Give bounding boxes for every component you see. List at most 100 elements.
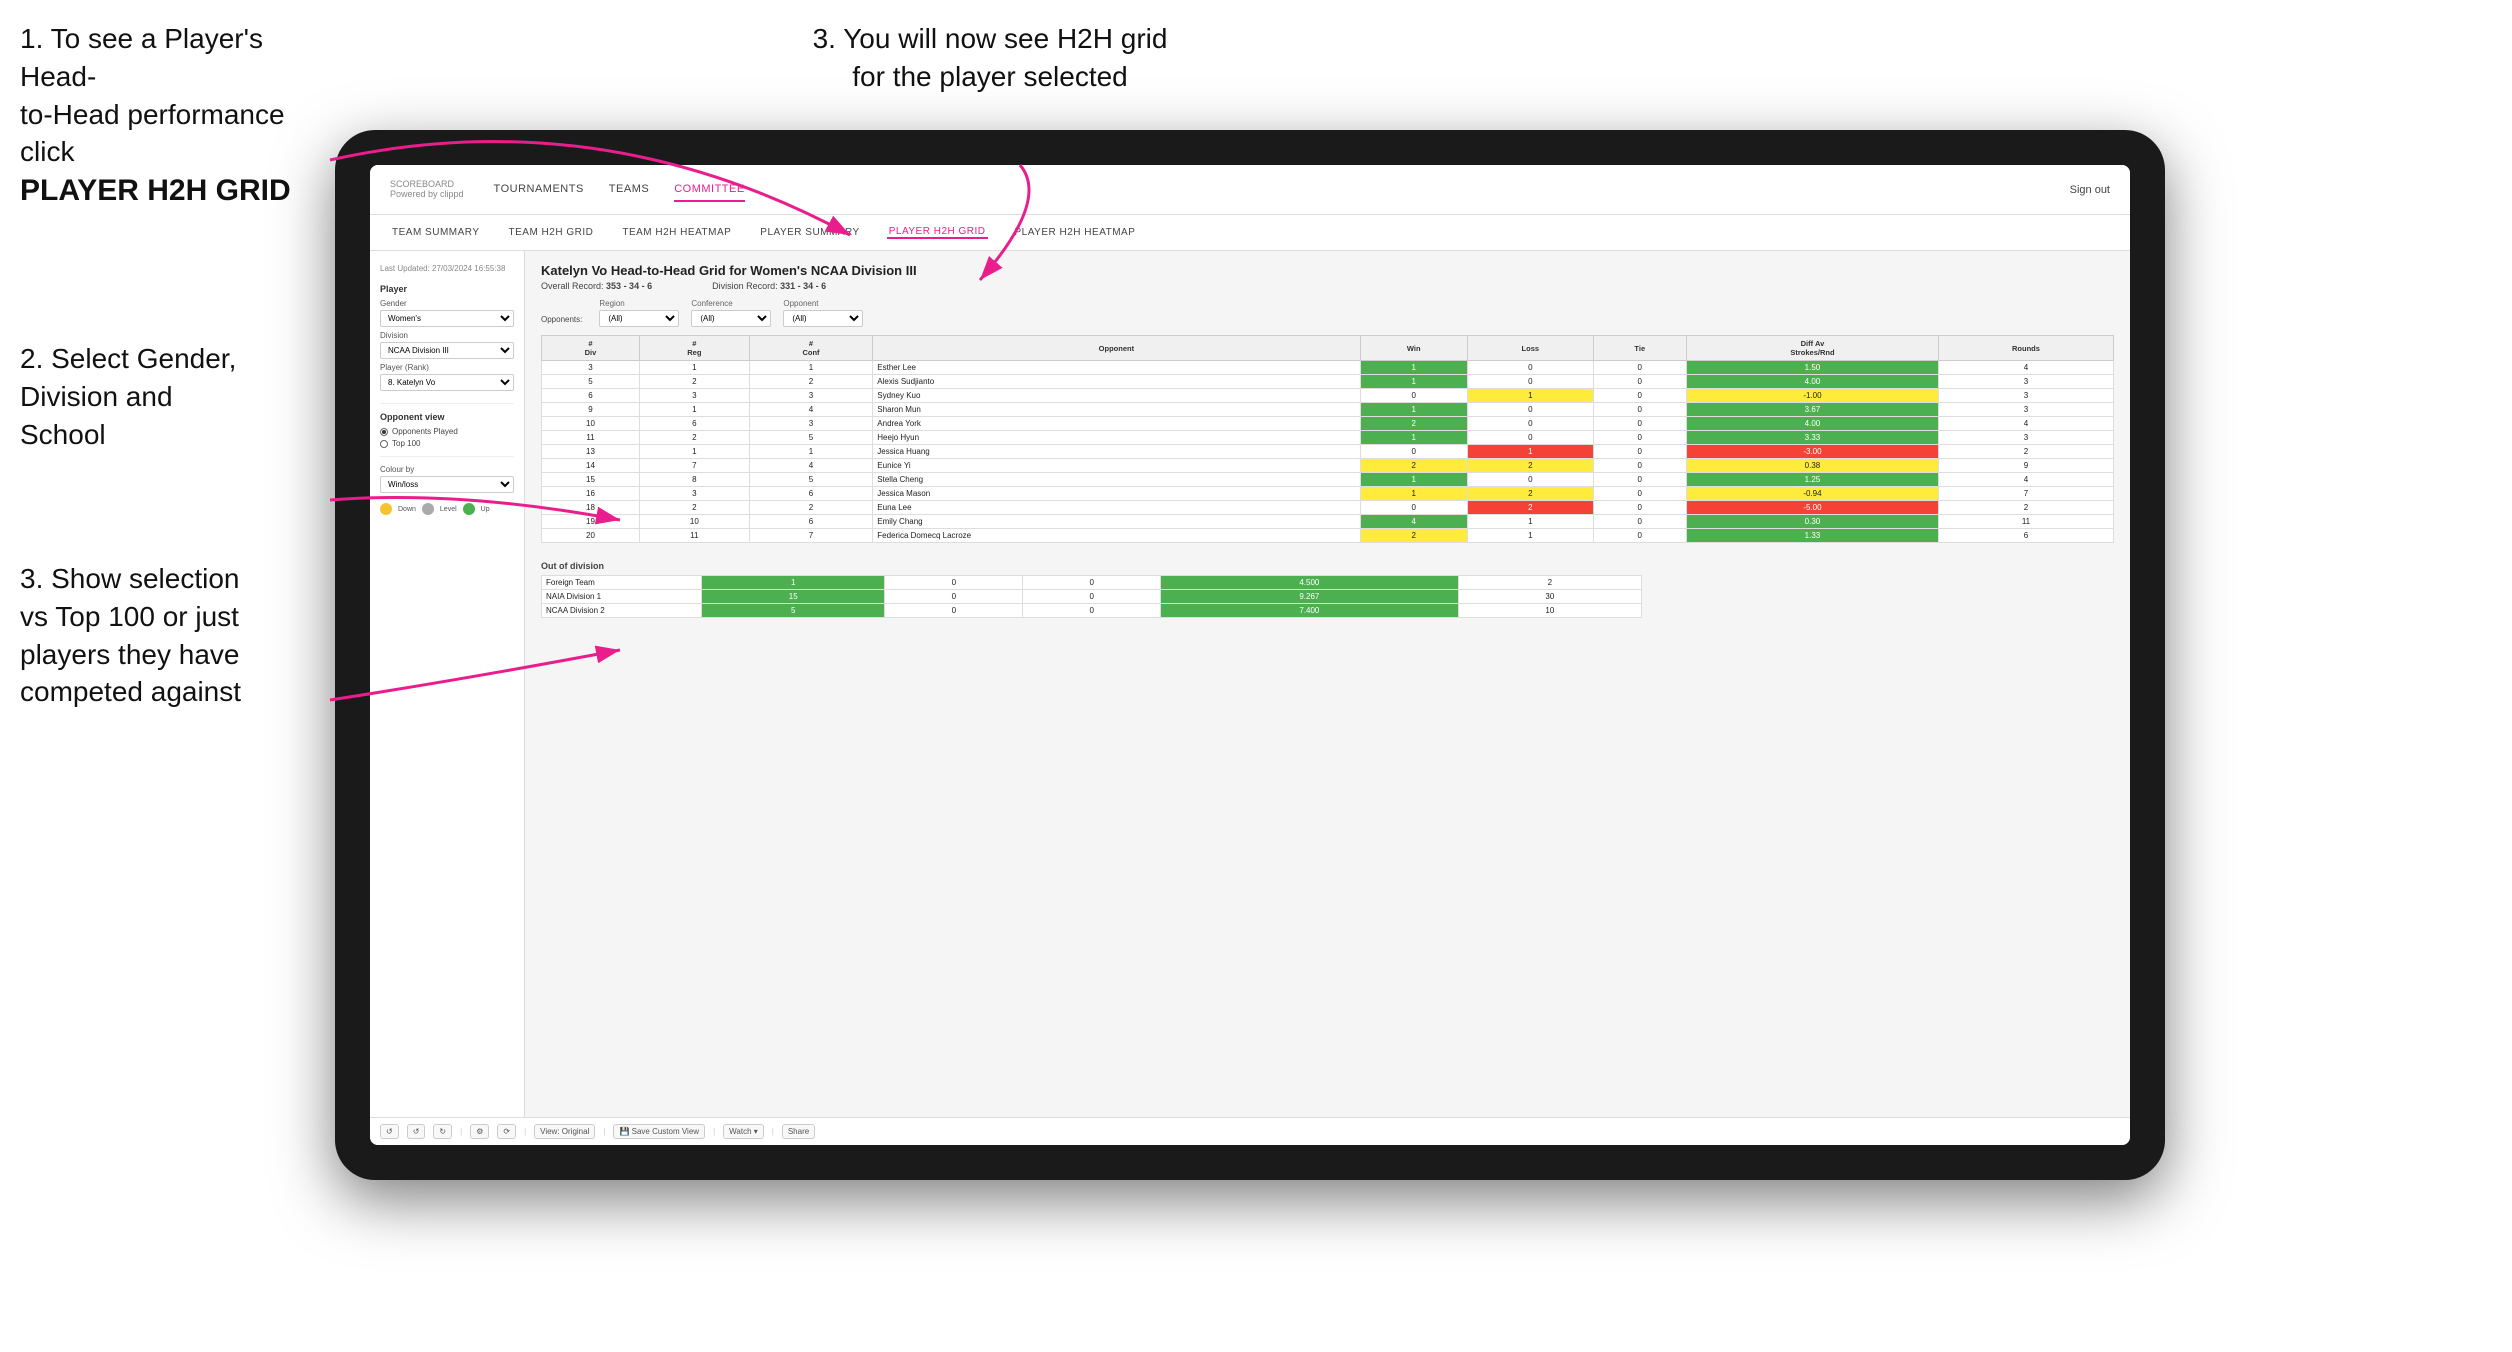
toolbar-refresh[interactable]: ⟳ [497, 1124, 516, 1139]
cell-rounds: 2 [1938, 445, 2113, 459]
table-row: 11 2 5 Heejo Hyun 1 0 0 3.33 3 [542, 431, 2114, 445]
cell-tie: 0 [1593, 473, 1686, 487]
ood-diff: 4.500 [1161, 576, 1458, 590]
filter-region-group: Region (All) [599, 299, 679, 327]
ood-diff: 7.400 [1161, 604, 1458, 618]
ood-win: 5 [702, 604, 885, 618]
subnav-player-h2h-heatmap[interactable]: PLAYER H2H HEATMAP [1013, 227, 1138, 238]
cell-win: 0 [1360, 501, 1467, 515]
tablet-device: SCOREBOARD Powered by clippd TOURNAMENTS… [335, 130, 2165, 1180]
cell-opponent: Stella Cheng [873, 473, 1360, 487]
cell-loss: 0 [1467, 417, 1593, 431]
cell-tie: 0 [1593, 529, 1686, 543]
cell-div: 9 [542, 403, 640, 417]
filter-region-label: Region [599, 299, 679, 308]
nav-logo: SCOREBOARD Powered by clippd [390, 180, 464, 200]
col-diff: Diff AvStrokes/Rnd [1686, 336, 1938, 361]
radio-opponents-played[interactable]: Opponents Played [380, 427, 514, 436]
instruction-mid-line1: 2. Select Gender, [20, 343, 236, 374]
nav-links: TOURNAMENTS TEAMS COMMITTEE [494, 178, 2070, 202]
instruction-top-right: 3. You will now see H2H gridfor the play… [780, 20, 1200, 96]
cell-conf: 1 [749, 445, 873, 459]
toolbar-settings[interactable]: ⚙ [470, 1124, 489, 1139]
nav-tournaments[interactable]: TOURNAMENTS [494, 178, 584, 202]
cell-loss: 2 [1467, 487, 1593, 501]
cell-win: 0 [1360, 389, 1467, 403]
cell-tie: 0 [1593, 501, 1686, 515]
cell-win: 4 [1360, 515, 1467, 529]
cell-rounds: 3 [1938, 403, 2113, 417]
subnav-player-summary[interactable]: PLAYER SUMMARY [758, 227, 861, 238]
toolbar-redo[interactable]: ↻ [433, 1124, 452, 1139]
filter-conference-select[interactable]: (All) [691, 310, 771, 327]
cell-tie: 0 [1593, 417, 1686, 431]
cell-reg: 10 [639, 515, 749, 529]
overall-record: Overall Record: 353 - 34 - 6 [541, 281, 652, 291]
subnav-team-summary[interactable]: TEAM SUMMARY [390, 227, 482, 238]
col-tie: Tie [1593, 336, 1686, 361]
nav-bar: SCOREBOARD Powered by clippd TOURNAMENTS… [370, 165, 2130, 215]
toolbar-watch[interactable]: Watch ▾ [723, 1124, 764, 1139]
table-row: 16 3 6 Jessica Mason 1 2 0 -0.94 7 [542, 487, 2114, 501]
cell-div: 20 [542, 529, 640, 543]
nav-teams[interactable]: TEAMS [609, 178, 649, 202]
instruction-bottom-line1: 3. Show selection [20, 563, 239, 594]
cell-div: 15 [542, 473, 640, 487]
toolbar-share[interactable]: Share [782, 1124, 815, 1139]
cell-win: 1 [1360, 375, 1467, 389]
radio-top100[interactable]: Top 100 [380, 439, 514, 448]
filter-opponent-select[interactable]: (All) [783, 310, 863, 327]
sidebar-division-select[interactable]: NCAA Division III [380, 342, 514, 359]
cell-rounds: 7 [1938, 487, 2113, 501]
sidebar-colour-by-label: Colour by [380, 465, 514, 474]
filter-region-select[interactable]: (All) [599, 310, 679, 327]
colour-legend: Down Level Up [380, 503, 514, 515]
cell-win: 2 [1360, 417, 1467, 431]
cell-tie: 0 [1593, 445, 1686, 459]
subnav-team-h2h-grid[interactable]: TEAM H2H GRID [507, 227, 596, 238]
subnav-team-h2h-heatmap[interactable]: TEAM H2H HEATMAP [620, 227, 733, 238]
ood-loss: 0 [885, 576, 1023, 590]
col-loss: Loss [1467, 336, 1593, 361]
legend-up-label: Up [481, 506, 490, 513]
cell-opponent: Esther Lee [873, 361, 1360, 375]
cell-diff: 0.38 [1686, 459, 1938, 473]
nav-committee[interactable]: COMMITTEE [674, 178, 745, 202]
table-row: 19 10 6 Emily Chang 4 1 0 0.30 11 [542, 515, 2114, 529]
toolbar-undo[interactable]: ↺ [380, 1124, 399, 1139]
cell-reg: 7 [639, 459, 749, 473]
cell-rounds: 4 [1938, 361, 2113, 375]
toolbar: ↺ ↺ ↻ | ⚙ ⟳ | View: Original | 💾 Save Cu… [370, 1117, 2130, 1145]
cell-loss: 2 [1467, 459, 1593, 473]
toolbar-sep2: | [524, 1127, 526, 1136]
cell-diff: 3.67 [1686, 403, 1938, 417]
toolbar-undo2[interactable]: ↺ [407, 1124, 426, 1139]
sidebar-colour-by-select[interactable]: Win/loss [380, 476, 514, 493]
legend-level-label: Level [440, 506, 457, 513]
sidebar-division-label: Division [380, 331, 514, 340]
subnav-player-h2h-grid[interactable]: PLAYER H2H GRID [887, 226, 988, 239]
nav-sign-out[interactable]: Sign out [2070, 184, 2110, 196]
sidebar-player-rank-select[interactable]: 8. Katelyn Vo [380, 374, 514, 391]
cell-win: 0 [1360, 445, 1467, 459]
toolbar-view-original[interactable]: View: Original [534, 1124, 595, 1139]
toolbar-save-custom[interactable]: 💾 Save Custom View [613, 1124, 705, 1139]
cell-opponent: Jessica Huang [873, 445, 1360, 459]
filter-row: Opponents: Region (All) Conference (All) [541, 299, 2114, 327]
cell-diff: 1.50 [1686, 361, 1938, 375]
cell-tie: 0 [1593, 515, 1686, 529]
legend-up-dot [463, 503, 475, 515]
cell-loss: 1 [1467, 389, 1593, 403]
instruction-bottom-line4: competed against [20, 676, 241, 707]
sidebar-gender-select[interactable]: Women's [380, 310, 514, 327]
cell-diff: -3.00 [1686, 445, 1938, 459]
cell-div: 18 [542, 501, 640, 515]
table-row: 9 1 4 Sharon Mun 1 0 0 3.67 3 [542, 403, 2114, 417]
table-row: 10 6 3 Andrea York 2 0 0 4.00 4 [542, 417, 2114, 431]
cell-diff: 3.33 [1686, 431, 1938, 445]
instruction-bold: PLAYER H2H GRID [20, 174, 291, 207]
instruction-mid-line2: Division and [20, 381, 173, 412]
sidebar: Last Updated: 27/03/2024 16:55:38 Player… [370, 251, 525, 1117]
cell-rounds: 9 [1938, 459, 2113, 473]
instruction-line2: to-Head performance click [20, 99, 285, 168]
